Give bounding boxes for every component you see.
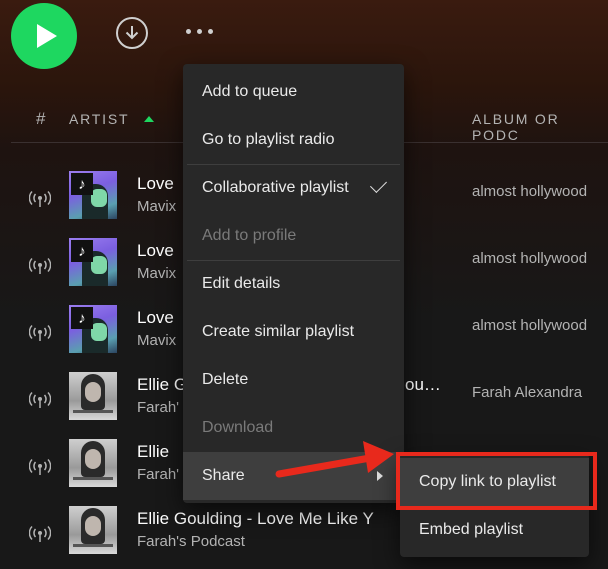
track-title[interactable]: Love	[137, 174, 174, 194]
track-thumbnail: ♪	[69, 238, 117, 286]
podcast-icon	[29, 324, 51, 341]
track-title[interactable]: Ellie G	[137, 375, 187, 395]
track-thumbnail	[69, 372, 117, 420]
track-album[interactable]: Farah Alexandra	[472, 384, 582, 401]
track-title[interactable]: Ellie Goulding - Love Me Like Y	[137, 509, 374, 529]
track-artist[interactable]: Farah'	[137, 399, 179, 416]
track-artist[interactable]: Mavix	[137, 265, 176, 282]
menu-item-create-similar-playlist[interactable]: Create similar playlist	[183, 308, 404, 356]
track-artist[interactable]: Mavix	[137, 332, 176, 349]
track-artist[interactable]: Farah'	[137, 466, 179, 483]
track-title[interactable]: Love	[137, 308, 174, 328]
track-album[interactable]: almost hollywood	[472, 183, 587, 200]
track-artist[interactable]: Farah's Podcast	[137, 533, 245, 550]
podcast-icon	[29, 391, 51, 408]
track-title-tail: ou…	[405, 375, 441, 394]
column-artist-header[interactable]: ARTIST	[69, 111, 155, 127]
tiktok-logo-icon: ♪	[71, 240, 93, 262]
play-icon	[36, 24, 57, 48]
podcast-icon	[29, 190, 51, 207]
submenu-item-embed-playlist[interactable]: Embed playlist	[400, 506, 589, 554]
more-options-button[interactable]	[186, 29, 213, 34]
podcast-icon	[29, 458, 51, 475]
menu-item-add-to-queue[interactable]: Add to queue	[183, 68, 404, 116]
play-button[interactable]	[11, 3, 77, 69]
download-button[interactable]	[116, 17, 148, 49]
track-album[interactable]: almost hollywood	[472, 317, 587, 334]
context-menu: Add to queue Go to playlist radio Collab…	[183, 64, 404, 503]
menu-item-delete[interactable]: Delete	[183, 356, 404, 404]
tiktok-logo-icon: ♪	[71, 173, 93, 195]
track-artist[interactable]: Mavix	[137, 198, 176, 215]
track-thumbnail	[69, 506, 117, 554]
track-thumbnail: ♪	[69, 171, 117, 219]
track-title[interactable]: Love	[137, 241, 174, 261]
column-album-header[interactable]: ALBUM OR PODC	[472, 111, 608, 143]
checkmark-icon	[370, 176, 387, 193]
sort-ascending-icon	[143, 116, 154, 122]
track-album[interactable]: almost hollywood	[472, 250, 587, 267]
track-thumbnail	[69, 439, 117, 487]
track-title[interactable]: Ellie	[137, 442, 169, 462]
column-index-header: #	[36, 109, 48, 128]
download-icon	[125, 26, 139, 40]
menu-item-download: Download	[202, 419, 274, 436]
tiktok-logo-icon: ♪	[71, 307, 93, 329]
highlight-box	[396, 452, 597, 510]
more-icon	[186, 29, 191, 34]
submenu-arrow-icon	[377, 471, 383, 481]
menu-item-collaborative-playlist[interactable]: Collaborative playlist	[183, 164, 404, 212]
menu-item-share[interactable]: Share	[183, 452, 404, 500]
podcast-icon	[29, 525, 51, 542]
menu-item-go-to-playlist-radio[interactable]: Go to playlist radio	[183, 116, 404, 164]
menu-item-edit-details[interactable]: Edit details	[183, 260, 404, 308]
track-thumbnail: ♪	[69, 305, 117, 353]
menu-item-add-to-profile: Add to profile	[202, 227, 297, 244]
podcast-icon	[29, 257, 51, 274]
